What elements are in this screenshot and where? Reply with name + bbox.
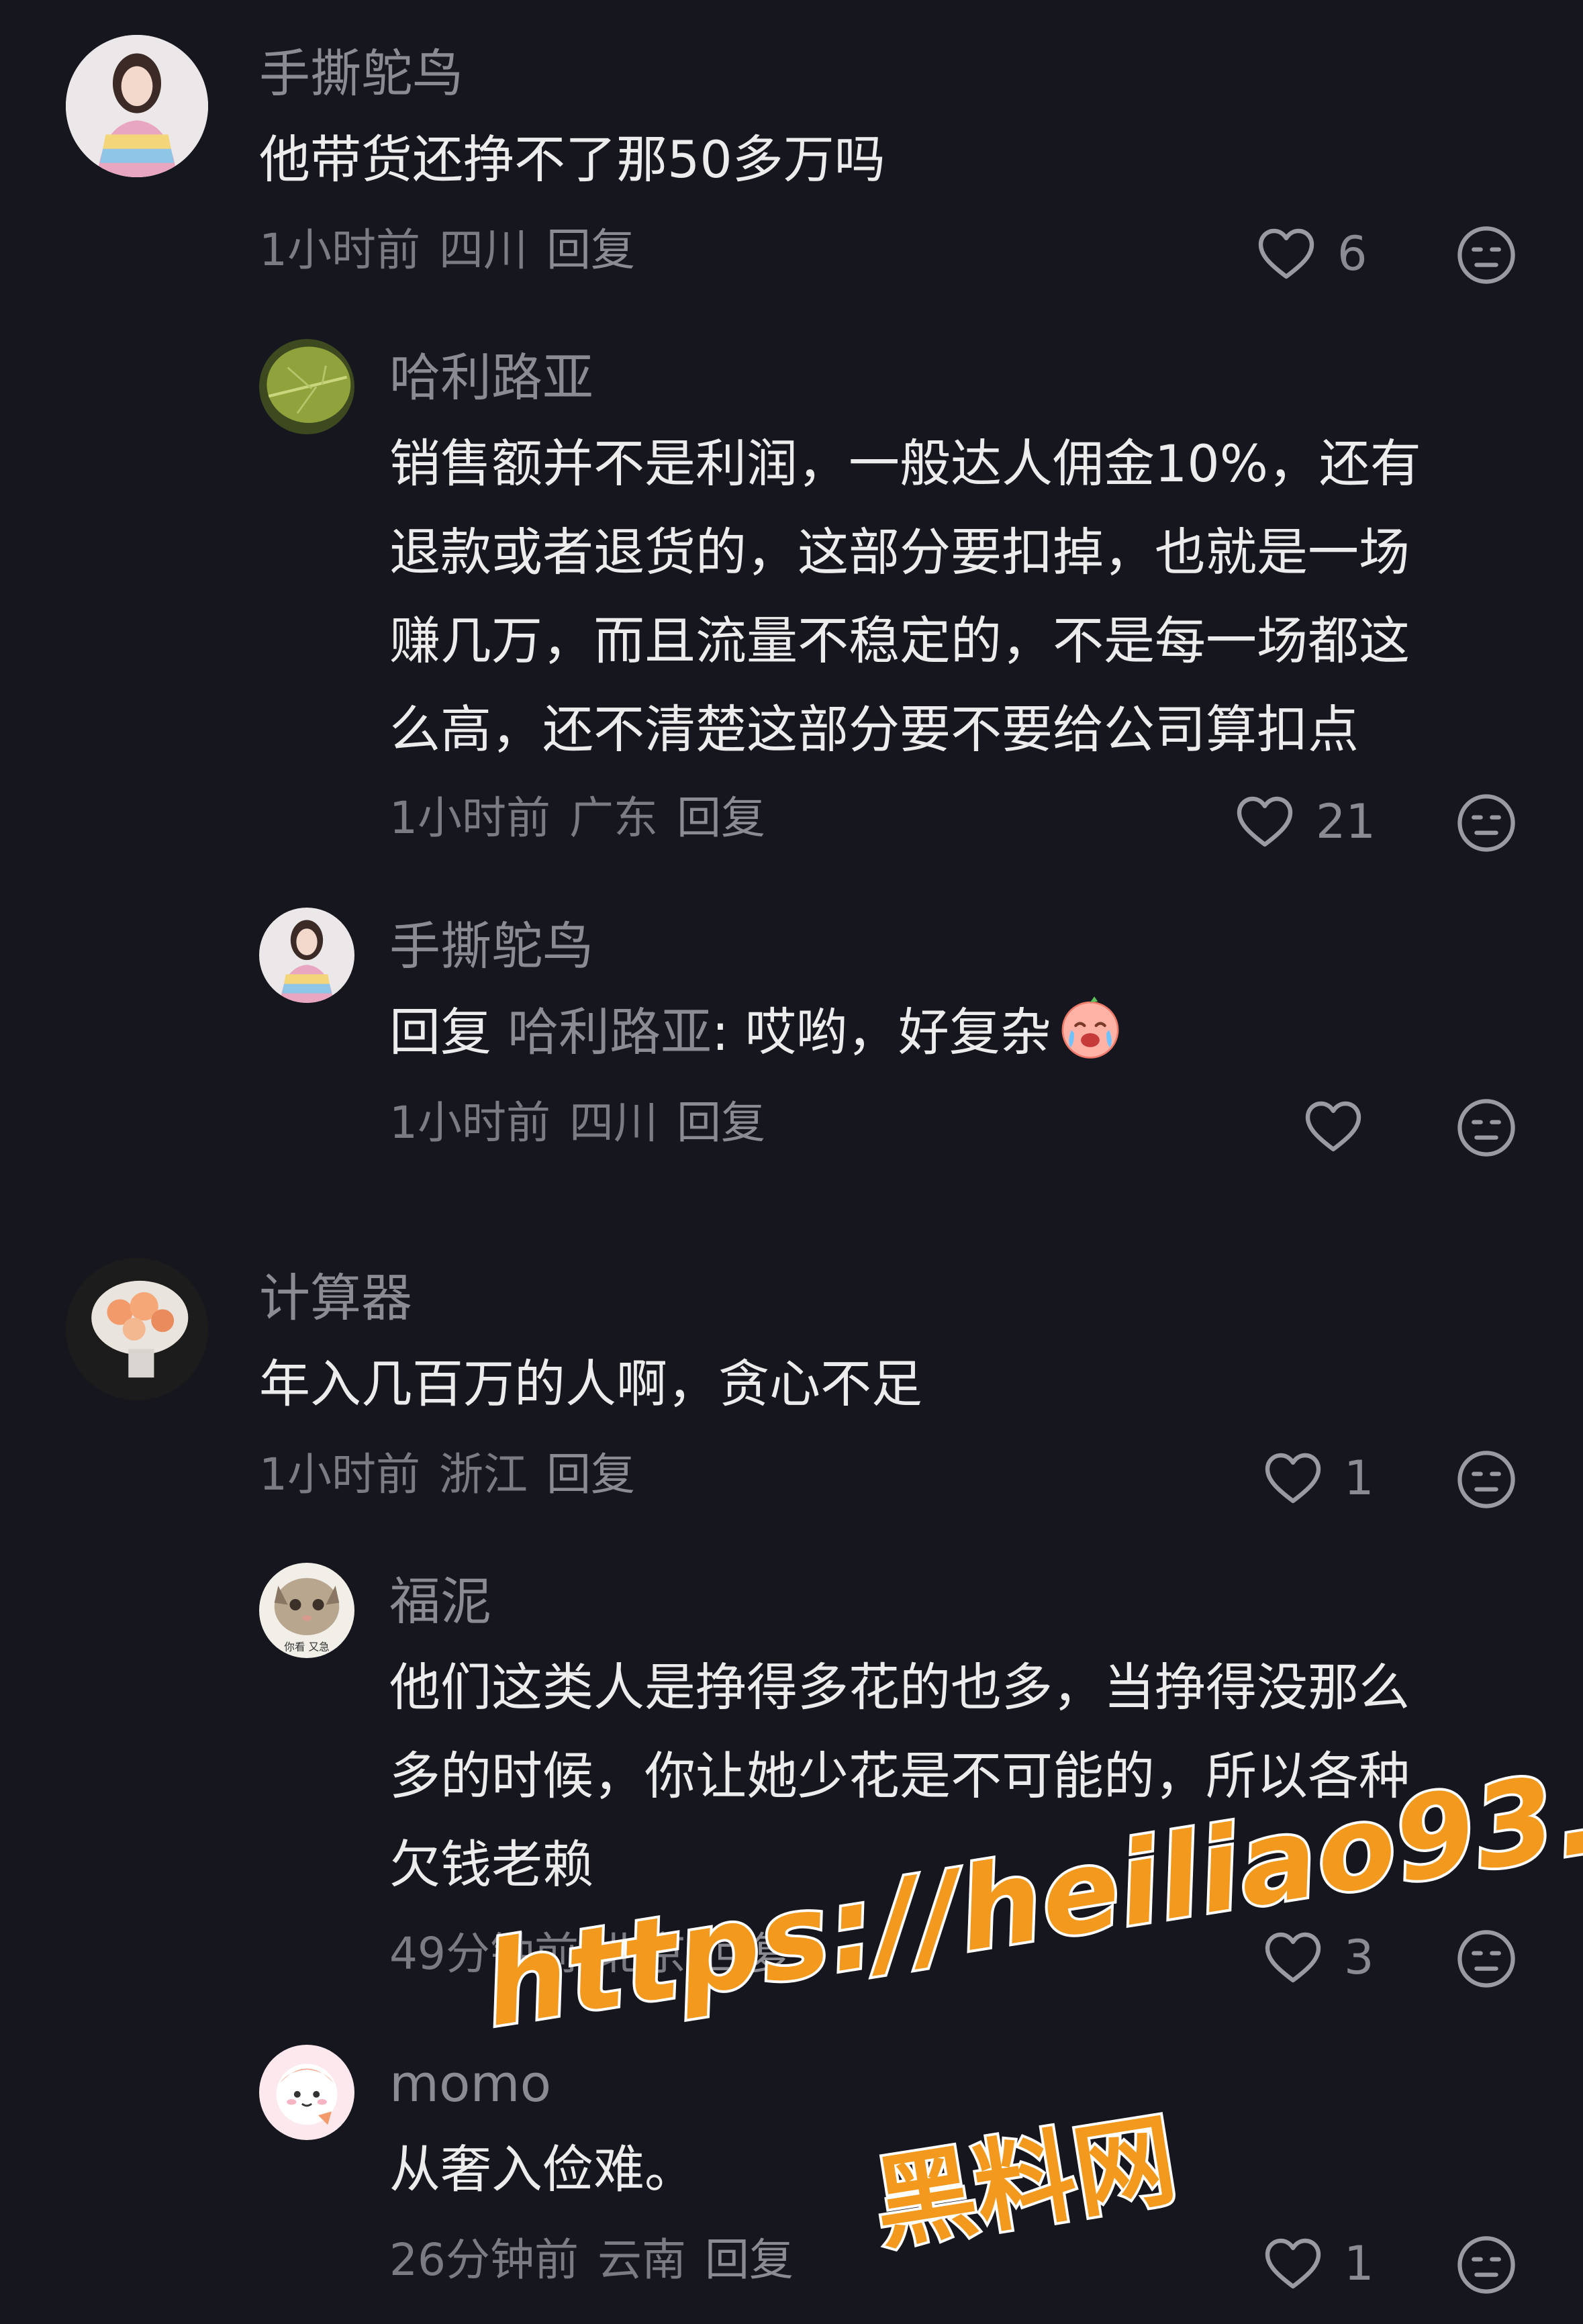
comment-text: 从奢入俭难。 <box>389 2125 695 2214</box>
avatar-image <box>66 35 208 177</box>
comment-meta: 1小时前 广东 回复 <box>389 796 784 840</box>
avatar[interactable] <box>259 908 354 1003</box>
heart-outline-icon <box>1265 2238 1321 2289</box>
comment-time: 26分钟前 <box>389 2234 579 2286</box>
dislike-button[interactable] <box>1453 789 1520 857</box>
comment-item: 计算器 年入几百万的人啊，贪心不足 1小时前 浙江 回复 1 <box>0 1242 1583 1537</box>
comment-meta: 26分钟前 云南 回复 <box>389 2238 812 2282</box>
reply-prefix: 回复 <box>389 1002 491 1062</box>
like-count: 3 <box>1344 1930 1374 1985</box>
reply-button[interactable]: 回复 <box>546 1449 635 1500</box>
comment-location: 四川 <box>569 1097 658 1149</box>
heart-outline-icon <box>1305 1101 1361 1152</box>
dislike-button[interactable] <box>1453 1094 1520 1161</box>
comment-location: 四川 <box>439 224 528 276</box>
comment-text: 回复 哈利路亚: 哎哟，好复杂 <box>389 988 1125 1077</box>
comment-username[interactable]: momo <box>389 2058 551 2109</box>
dislike-button[interactable] <box>1453 1446 1520 1513</box>
comment-username[interactable]: 计算器 <box>259 1273 412 1324</box>
meh-face-icon <box>1457 1451 1515 1508</box>
comment-meta: 1小时前 浙江 回复 <box>259 1453 654 1497</box>
reply-button[interactable]: 回复 <box>677 1097 765 1149</box>
heart-outline-icon <box>1265 1932 1321 1983</box>
avatar-caption: 你看 又急 <box>284 1641 329 1653</box>
comment-time: 1小时前 <box>389 792 550 844</box>
like-count: 1 <box>1344 1451 1374 1506</box>
comment-username[interactable]: 手撕鸵鸟 <box>259 48 463 99</box>
reply-button[interactable]: 回复 <box>546 224 635 276</box>
comment-text-line: 他带货还挣不了那50多万吗 <box>259 130 885 189</box>
heart-outline-icon <box>1258 228 1314 279</box>
comment-text-line: 从奢入俭难。 <box>389 2139 695 2199</box>
reply-item: 你看 又急 福泥 他们这类人是挣得多花的也多，当挣得没那么 多的时候，你让她少花… <box>0 1544 1583 2000</box>
comment-text: 销售额并不是利润，一般达人佣金10%，还有 退款或者退货的，这部分要扣掉，也就是… <box>389 420 1421 774</box>
comment-text: 他带货还挣不了那50多万吗 <box>259 115 885 204</box>
avatar[interactable] <box>259 2045 354 2140</box>
comment-time: 1小时前 <box>259 1449 420 1500</box>
like-count: 6 <box>1337 226 1368 281</box>
meh-face-icon <box>1457 2236 1515 2294</box>
comment-text-line: 他们这类人是挣得多花的也多，当挣得没那么 <box>389 1657 1410 1717</box>
comment-location: 北京 <box>597 1928 686 1980</box>
like-button[interactable]: 1 <box>1261 1446 1374 1510</box>
meh-face-icon <box>1457 226 1515 284</box>
like-button[interactable]: 3 <box>1261 1925 1374 1990</box>
reply-text: : 哎哟，好复杂 <box>712 1002 1051 1062</box>
avatar[interactable] <box>66 35 208 177</box>
heart-outline-icon <box>1265 1453 1321 1504</box>
comment-meta: 1小时前 四川 回复 <box>389 1101 784 1145</box>
comment-username[interactable]: 手撕鸵鸟 <box>389 921 593 972</box>
like-count: 21 <box>1316 794 1376 849</box>
comment-text-line: 回复 哈利路亚: 哎哟，好复杂 <box>389 988 1125 1077</box>
avatar-image <box>259 2045 354 2140</box>
reply-target-username[interactable]: 哈利路亚 <box>508 1002 712 1062</box>
comment-time: 1小时前 <box>389 1097 550 1149</box>
comment-text-line: 退款或者退货的，这部分要扣掉，也就是一场 <box>389 522 1410 582</box>
reply-button[interactable]: 回复 <box>705 1928 794 1980</box>
comment-text-line: 年入几百万的人啊，贪心不足 <box>259 1354 922 1414</box>
comment-text-line: 赚几万，而且流量不稳定的，不是每一场都这 <box>389 611 1410 671</box>
avatar[interactable] <box>259 339 354 434</box>
comment-text: 年入几百万的人啊，贪心不足 <box>259 1340 922 1429</box>
avatar[interactable]: 你看 又急 <box>259 1563 354 1658</box>
comment-meta: 1小时前 四川 回复 <box>259 228 654 273</box>
like-button[interactable]: 1 <box>1261 2231 1374 2296</box>
crying-face-emoji <box>1055 992 1125 1062</box>
comment-username[interactable]: 哈利路亚 <box>389 352 593 403</box>
like-button[interactable]: 21 <box>1233 789 1376 854</box>
meh-face-icon <box>1457 1930 1515 1988</box>
like-count: 1 <box>1344 2236 1374 2291</box>
dislike-button[interactable] <box>1453 222 1520 289</box>
meh-face-icon <box>1457 1099 1515 1157</box>
avatar-image <box>66 1258 208 1400</box>
comment-text-line: 欠钱老赖 <box>389 1835 593 1894</box>
comment-location: 浙江 <box>439 1449 528 1500</box>
avatar[interactable] <box>66 1258 208 1400</box>
dislike-button[interactable] <box>1453 1925 1520 1992</box>
comment-time: 1小时前 <box>259 224 420 276</box>
like-button[interactable] <box>1301 1094 1365 1159</box>
comment-item: 手撕鸵鸟 他带货还挣不了那50多万吗 1小时前 四川 回复 6 <box>0 0 1583 295</box>
reply-button[interactable]: 回复 <box>705 2234 794 2286</box>
reply-item: 手撕鸵鸟 回复 哈利路亚: 哎哟，好复杂 1小时前 四川 回复 <box>0 893 1583 1188</box>
comment-location: 云南 <box>597 2234 686 2286</box>
avatar-image: 你看 又急 <box>259 1563 354 1658</box>
avatar-image <box>259 339 354 434</box>
meh-face-icon <box>1457 794 1515 852</box>
comment-location: 广东 <box>569 792 658 844</box>
comment-text-line: 多的时候，你让她少花是不可能的，所以各种 <box>389 1746 1410 1806</box>
dislike-button[interactable] <box>1453 2231 1520 2298</box>
avatar-image <box>259 908 354 1003</box>
comment-text-line: 么高，还不清楚这部分要不要给公司算扣点 <box>389 699 1359 759</box>
comment-text: 他们这类人是挣得多花的也多，当挣得没那么 多的时候，你让她少花是不可能的，所以各… <box>389 1643 1410 1909</box>
comment-username[interactable]: 福泥 <box>389 1576 491 1627</box>
reply-item: momo 从奢入俭难。 26分钟前 云南 回复 1 <box>0 2027 1583 2324</box>
reply-item: 哈利路亚 销售额并不是利润，一般达人佣金10%，还有 退款或者退货的，这部分要扣… <box>0 322 1583 859</box>
comment-text-line: 销售额并不是利润，一般达人佣金10%，还有 <box>389 434 1421 493</box>
reply-button[interactable]: 回复 <box>677 792 765 844</box>
like-button[interactable]: 6 <box>1254 222 1368 286</box>
comment-meta: 49分钟前 北京 回复 <box>389 1932 812 1976</box>
heart-outline-icon <box>1237 796 1293 847</box>
comment-time: 49分钟前 <box>389 1928 579 1980</box>
